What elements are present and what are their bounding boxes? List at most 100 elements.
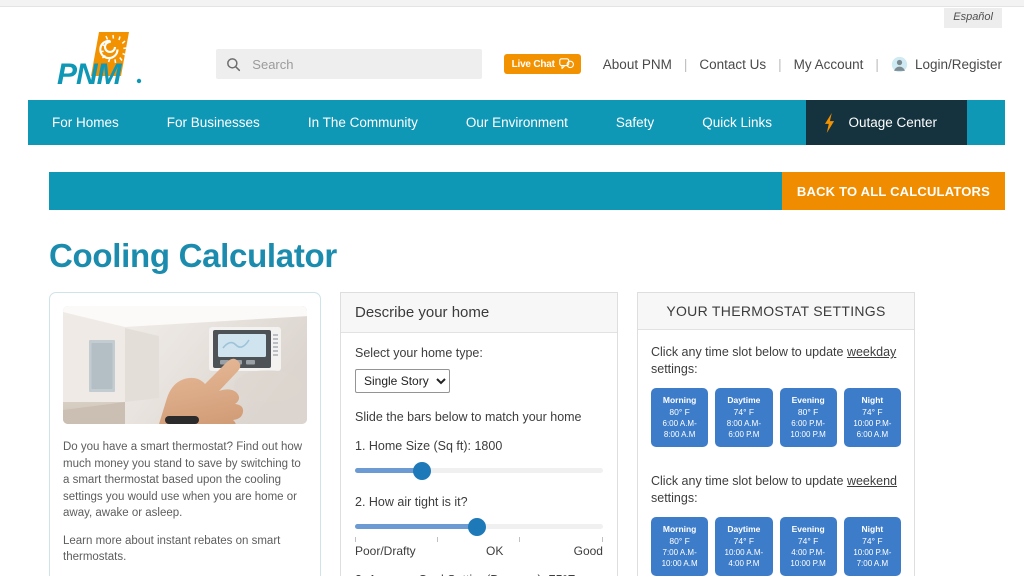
live-chat-button[interactable]: Live Chat xyxy=(503,54,581,74)
nav-item-outage-center[interactable]: Outage Center xyxy=(806,100,967,145)
site-header: PNM Live Chat About PNM | Contact Us | M… xyxy=(0,28,1024,100)
slider-thumb[interactable] xyxy=(467,518,486,536)
weekday-slot-daytime[interactable]: Daytime 74° F 8:00 A.M- 6:00 P.M xyxy=(715,388,773,447)
search-icon xyxy=(227,57,241,71)
weekday-instruction-pre: Click any time slot below to update xyxy=(651,345,847,359)
weekend-slot-night[interactable]: Night 74° F 10:00 P.M- 7:00 A.M xyxy=(843,517,901,576)
back-to-all-calculators-button[interactable]: BACK TO ALL CALCULATORS xyxy=(781,172,1005,210)
slot-temp: 74° F xyxy=(862,407,883,417)
weekday-slot-morning[interactable]: Morning 80° F 6:00 A.M- 8:00 A.M xyxy=(651,388,709,447)
slot-temp: 80° F xyxy=(669,407,690,417)
scale-label-good: Good xyxy=(573,544,603,558)
weekend-instruction-post: settings: xyxy=(651,491,698,505)
utility-links: About PNM | Contact Us | My Account | Lo… xyxy=(603,56,1002,73)
slot-temp: 80° F xyxy=(669,536,690,546)
nav-tail xyxy=(967,100,1005,145)
page-title: Cooling Calculator xyxy=(49,237,337,274)
tick xyxy=(518,537,520,542)
air-tightness-scale: Poor/Drafty OK Good xyxy=(355,544,603,558)
chat-bubble-icon xyxy=(558,58,574,70)
weekend-link[interactable]: weekend xyxy=(847,474,897,488)
slot-time-start: 6:00 A.M- xyxy=(662,419,697,428)
slot-time-end: 8:00 A.M xyxy=(663,430,696,439)
info-card: Do you have a smart thermostat? Find out… xyxy=(49,292,321,576)
nav-label: Our Environment xyxy=(465,115,568,130)
weekday-slot-night[interactable]: Night 74° F 10:00 P.M- 6:00 A.M xyxy=(843,388,901,447)
slot-name: Night xyxy=(861,395,884,405)
nav-label: For Businesses xyxy=(166,115,260,130)
nav-item-safety[interactable]: Safety xyxy=(592,100,678,145)
nav-label: In The Community xyxy=(307,115,418,130)
slider-fill xyxy=(355,468,422,473)
describe-your-home-card: Describe your home Select your home type… xyxy=(340,292,618,576)
slider-air-tightness[interactable] xyxy=(355,518,603,536)
tick xyxy=(355,537,356,542)
weekday-instruction-post: settings: xyxy=(651,362,698,376)
nav-item-in-the-community[interactable]: In The Community xyxy=(284,100,442,145)
slot-name: Morning xyxy=(662,524,697,534)
slot-time-start: 8:00 A.M- xyxy=(726,419,761,428)
thermostat-card-title: YOUR THERMOSTAT SETTINGS xyxy=(638,293,914,330)
nav-label: Quick Links xyxy=(702,115,772,130)
slider-ticks xyxy=(355,537,603,543)
live-chat-label: Live Chat xyxy=(511,58,555,70)
weekday-instruction: Click any time slot below to update week… xyxy=(651,344,901,378)
slot-name: Evening xyxy=(791,524,825,534)
weekend-slot-evening[interactable]: Evening 74° F 4:00 P.M- 10:00 P.M xyxy=(779,517,837,576)
home-type-label: Select your home type: xyxy=(355,346,483,360)
slot-name: Evening xyxy=(791,395,825,405)
slot-time-end: 6:00 A.M xyxy=(856,430,889,439)
describe-card-body: Select your home type: Single Story Slid… xyxy=(341,333,617,576)
link-my-account[interactable]: My Account xyxy=(794,57,864,72)
nav-item-for-homes[interactable]: For Homes xyxy=(28,100,143,145)
slot-name: Daytime xyxy=(727,524,761,534)
slider-home-size[interactable] xyxy=(355,462,603,480)
slot-temp: 74° F xyxy=(733,536,755,546)
lightning-bolt-icon xyxy=(825,112,835,133)
weekday-slot-evening[interactable]: Evening 80° F 6:00 P.M- 10:00 P.M xyxy=(779,388,837,447)
main-navigation: For Homes For Businesses In The Communit… xyxy=(28,100,1005,145)
slot-temp: 74° F xyxy=(797,536,819,546)
search-input[interactable] xyxy=(252,56,472,72)
weekend-slots: Morning 80° F 7:00 A.M- 10:00 A.M Daytim… xyxy=(651,517,901,576)
scale-label-ok: OK xyxy=(485,544,504,558)
weekend-slot-morning[interactable]: Morning 80° F 7:00 A.M- 10:00 A.M xyxy=(651,517,709,576)
describe-card-title: Describe your home xyxy=(341,293,617,333)
tick xyxy=(601,537,603,542)
slot-time-end: 10:00 P.M xyxy=(790,559,826,568)
nav-item-for-businesses[interactable]: For Businesses xyxy=(143,100,284,145)
slot-time-end: 10:00 P.M xyxy=(790,430,826,439)
slider-2-label: 2. How air tight is it? xyxy=(355,495,468,509)
slot-temp: 80° F xyxy=(797,407,819,417)
slider-thumb[interactable] xyxy=(412,462,431,480)
home-type-select[interactable]: Single Story xyxy=(355,369,450,393)
link-contact-us[interactable]: Contact Us xyxy=(699,57,766,72)
slot-temp: 74° F xyxy=(733,407,755,417)
link-about-pnm[interactable]: About PNM xyxy=(603,57,672,72)
separator: | xyxy=(778,56,782,72)
slot-time-start: 4:00 P.M- xyxy=(791,548,825,557)
separator: | xyxy=(875,56,879,72)
tick xyxy=(436,537,438,542)
nav-item-quick-links[interactable]: Quick Links xyxy=(678,100,796,145)
slot-time-end: 6:00 P.M xyxy=(728,430,760,439)
thermostat-settings-card: YOUR THERMOSTAT SETTINGS Click any time … xyxy=(637,292,915,576)
scale-label-poor: Poor/Drafty xyxy=(355,544,416,558)
weekend-instruction: Click any time slot below to update week… xyxy=(651,473,901,507)
link-login-register[interactable]: Login/Register xyxy=(915,57,1002,72)
svg-text:PNM: PNM xyxy=(57,58,123,91)
slot-time-start: 6:00 P.M- xyxy=(791,419,825,428)
nav-item-our-environment[interactable]: Our Environment xyxy=(442,100,592,145)
thermostat-photo-illustration xyxy=(63,306,307,424)
language-toggle-espanol[interactable]: Español xyxy=(944,8,1002,28)
weekend-slot-daytime[interactable]: Daytime 74° F 10:00 A.M- 4:00 P.M xyxy=(715,517,773,576)
weekday-link[interactable]: weekday xyxy=(847,345,896,359)
pnm-logo[interactable]: PNM xyxy=(55,28,208,100)
weekend-instruction-pre: Click any time slot below to update xyxy=(651,474,847,488)
search-box[interactable] xyxy=(216,49,482,79)
language-row: Español xyxy=(0,7,1024,28)
slot-time-start: 7:00 A.M- xyxy=(662,548,697,557)
slot-name: Morning xyxy=(662,395,697,405)
slide-hint: Slide the bars below to match your home xyxy=(355,410,582,424)
